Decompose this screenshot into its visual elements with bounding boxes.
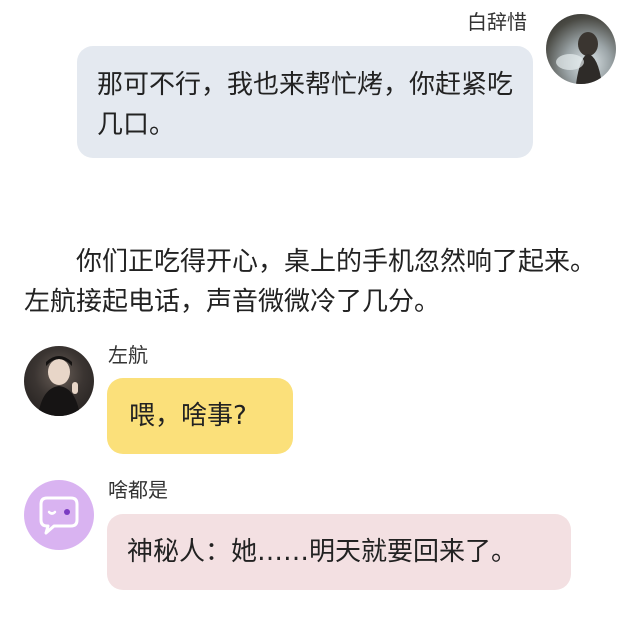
avatar-photo-icon (556, 32, 602, 84)
message-bubble: 那可不行，我也来帮忙烤，你赶紧吃几口。 (77, 46, 533, 158)
message-bubble: 神秘人：她……明天就要回来了。 (107, 514, 571, 590)
sender-name: 啥都是 (108, 478, 168, 502)
sender-name: 白辞惜 (467, 10, 527, 34)
sender-name: 左航 (108, 343, 148, 367)
chat-bubble-face-icon (39, 496, 79, 535)
avatar-baicixi[interactable] (546, 14, 616, 84)
avatar-photo-icon (38, 356, 80, 416)
avatar-mystery[interactable] (24, 480, 94, 550)
chat-story-page: 白辞惜 那可不行，我也来帮忙烤，你赶紧吃几口。 你们正吃得开心，桌上的手机忽然响… (0, 0, 640, 634)
narration-text: 你们正吃得开心，桌上的手机忽然响了起来。左航接起电话，声音微微冷了几分。 (24, 247, 597, 317)
avatar-zuohang[interactable] (24, 346, 94, 416)
message-bubble: 喂，啥事? (107, 378, 293, 454)
